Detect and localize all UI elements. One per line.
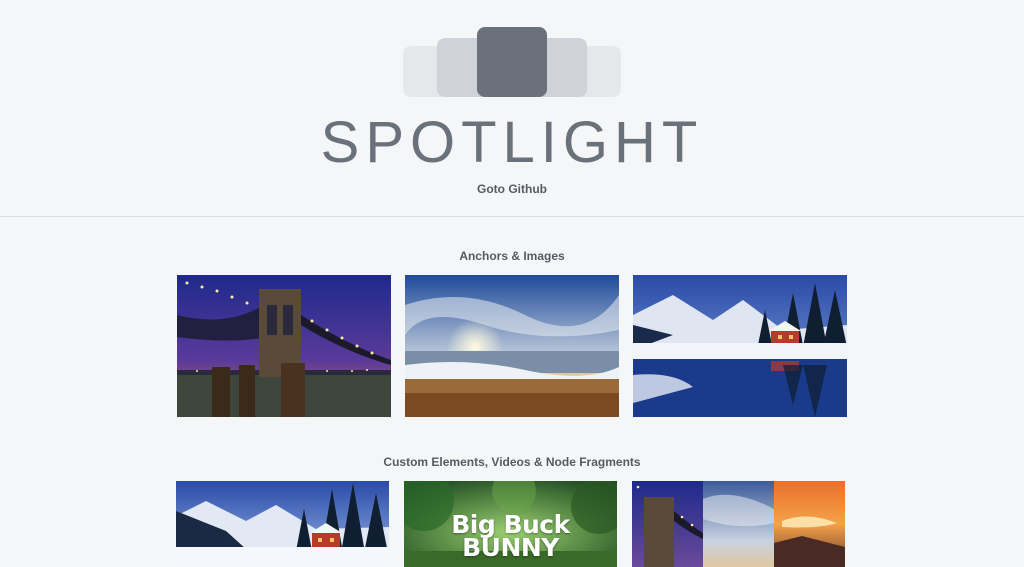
video-title-line2: BUNNY [462, 533, 559, 562]
thumb-node-fragment-collage[interactable] [632, 481, 845, 567]
section-title-custom: Custom Elements, Videos & Node Fragments [383, 455, 641, 469]
header: SPOTLIGHT Goto Github [0, 0, 1024, 216]
spotlight-logo-icon [0, 0, 1024, 110]
video-title-overlay: Big Buck BUNNY [404, 512, 617, 562]
thumb-big-buck-bunny-video[interactable]: Big Buck BUNNY [404, 481, 617, 567]
github-link-wrap: Goto Github [0, 182, 1024, 196]
github-link[interactable]: Goto Github [477, 182, 547, 196]
collage-image [632, 481, 845, 567]
thumb-ocean-sunset[interactable] [405, 275, 619, 417]
snow-cabin-lake-image [633, 275, 847, 417]
section-title-anchors: Anchors & Images [459, 249, 565, 263]
thumb-snow-cabin[interactable] [176, 481, 389, 567]
header-divider [0, 216, 1024, 217]
snow-cabin-image [176, 481, 389, 567]
ocean-sunset-image [405, 275, 619, 417]
thumb-snow-cabin-lake[interactable] [633, 275, 847, 417]
logo-block-front [477, 27, 547, 97]
night-bridge-image [177, 275, 391, 417]
thumb-night-bridge[interactable] [177, 275, 391, 417]
page-title: SPOTLIGHT [320, 110, 704, 175]
